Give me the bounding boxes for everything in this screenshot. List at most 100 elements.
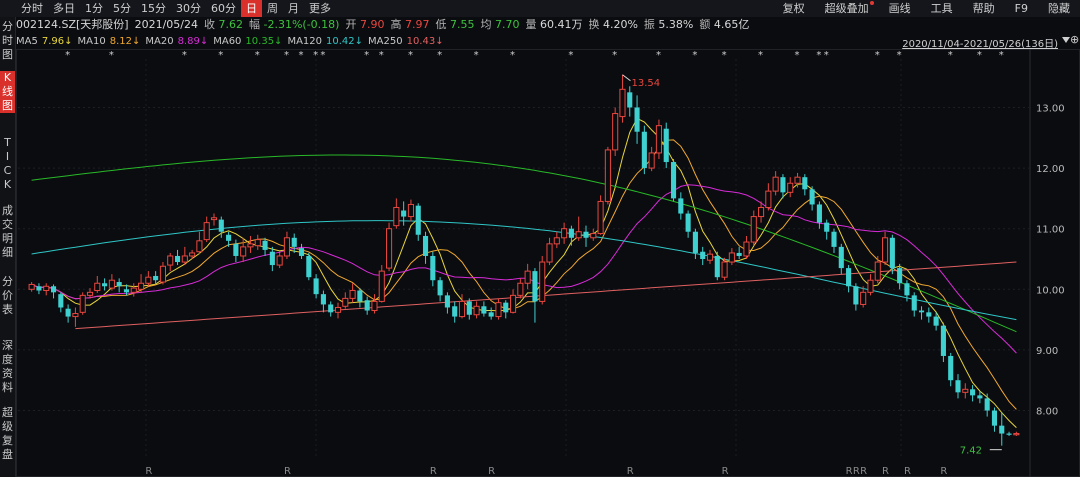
period-tab[interactable]: 30分 <box>171 0 206 17</box>
candle-body-down <box>226 234 232 241</box>
candle-body-up <box>874 261 881 281</box>
sidebar-tab-char: 分 <box>2 275 13 288</box>
candle-body-down <box>685 213 691 232</box>
candle-body-up <box>524 270 531 284</box>
toolbar-tool-button[interactable]: 帮助 <box>963 0 1005 17</box>
toolbar-tool-button[interactable]: 画线 <box>879 0 921 17</box>
toolbar-tool-button[interactable]: 工具 <box>921 0 963 17</box>
event-marker: * <box>824 50 829 61</box>
period-tab[interactable]: 更多 <box>304 0 336 17</box>
candle-body-up <box>962 388 969 393</box>
sidebar-tab-char: 明 <box>2 232 13 245</box>
open-value: 7.90 <box>359 18 385 31</box>
sidebar-tab-char: 盘 <box>2 448 13 461</box>
period-tab[interactable]: 日 <box>241 0 262 17</box>
expand-icon[interactable]: ⊕ <box>1070 34 1080 46</box>
candle-body-up <box>882 237 889 263</box>
candle-body-down <box>401 210 407 217</box>
period-tab[interactable]: 周 <box>262 0 283 17</box>
candle-body-up <box>79 294 86 313</box>
ma-label: MA250 <box>368 36 403 47</box>
candle-body-down <box>816 204 822 223</box>
candle-body-down <box>364 300 370 311</box>
candle-body-down <box>320 294 326 305</box>
event-marker: * <box>379 50 384 61</box>
rights-marker: R <box>627 466 634 477</box>
event-marker: * <box>364 50 369 61</box>
ma-value: 7.96↓ <box>41 36 73 47</box>
sidebar-tab-price-table[interactable]: 分价表 <box>0 275 15 317</box>
rights-marker: R <box>488 466 495 477</box>
event-marker: * <box>218 50 223 61</box>
rights-marker: R <box>882 466 889 477</box>
candle-body-down <box>831 231 837 247</box>
toolbar-tool-label: 帮助 <box>972 2 995 15</box>
chevron-down-icon[interactable] <box>1062 37 1070 43</box>
candle-body-down <box>262 240 268 250</box>
avg-value: 7.70 <box>494 18 520 31</box>
event-marker: * <box>109 50 114 61</box>
sidebar-tab-char: 图 <box>2 99 13 112</box>
sidebar-tab-char: 交 <box>2 218 13 231</box>
toolbar-tool-label: 隐藏 <box>1048 2 1070 15</box>
sidebar-tab-intraday[interactable]: 分时图 <box>0 20 15 62</box>
period-tab[interactable]: 多日 <box>48 0 80 17</box>
event-marker: * <box>408 50 413 61</box>
candle-body-down <box>824 222 830 232</box>
rights-marker: R <box>860 466 867 477</box>
candle-body-up <box>203 222 210 241</box>
toolbar-tool-label: 工具 <box>930 2 953 15</box>
candle-body-down <box>50 286 57 293</box>
candle-body-down <box>846 268 852 287</box>
candle-body-down <box>583 231 589 238</box>
event-marker: * <box>320 50 325 61</box>
period-tab[interactable]: 5分 <box>108 0 136 17</box>
period-tab[interactable]: 60分 <box>206 0 241 17</box>
candle-body-up <box>349 290 356 299</box>
ma-line <box>31 139 1017 410</box>
date-range[interactable]: 2020/11/04-2021/05/26(136日) <box>902 35 1058 50</box>
toolbar-tool-button[interactable]: 隐藏 <box>1038 0 1080 17</box>
sidebar-tab-char: 度 <box>2 353 13 366</box>
candle-body-down <box>313 278 319 295</box>
top-toolbar: 分时 多日 1分 5分 15分 30分 60分日周月更多 复权 超级叠加 画线 工具 帮助 F9 隐藏 <box>0 0 1080 17</box>
sidebar-tab-depth[interactable]: 深度资料 <box>0 339 15 395</box>
candle-body-down <box>853 286 859 305</box>
candle-body-up <box>765 190 772 208</box>
ma-label: MA60 <box>213 36 242 47</box>
avg-group: 均 7.70 <box>480 18 520 31</box>
event-marker: * <box>656 50 661 61</box>
candle-body-up <box>648 152 655 169</box>
period-tabs: 分时 多日 1分 5分 15分 30分 60分日周月更多 <box>16 0 336 17</box>
candle-body-up <box>189 252 196 257</box>
candle-body-down <box>802 177 808 190</box>
candle-body-down <box>918 310 925 313</box>
candle-body-down <box>670 162 677 199</box>
rights-marker: R <box>145 466 152 477</box>
amount-value: 4.65亿 <box>713 18 750 31</box>
sidebar-tab-super-review[interactable]: 超级复盘 <box>0 406 15 462</box>
period-tab[interactable]: 分时 <box>16 0 48 17</box>
candle-body-down <box>977 395 983 399</box>
candle-body-up <box>43 285 50 292</box>
candle-body-down <box>306 255 312 278</box>
candle-body-down <box>897 268 903 284</box>
sidebar-tab-kline[interactable]: K线图 <box>0 71 15 113</box>
period-tab[interactable]: 15分 <box>136 0 171 17</box>
candle-body-down <box>678 198 684 214</box>
candle-body-up <box>276 255 283 266</box>
kline-chart[interactable]: 8.009.0010.0011.0012.0013.0013.547.42* * *… <box>16 49 1080 477</box>
candle-body-down <box>940 325 946 356</box>
sidebar-tab-char: 超 <box>2 406 13 419</box>
period-tab[interactable]: 月 <box>283 0 304 17</box>
sidebar-tab-tick[interactable]: TICK <box>0 136 15 192</box>
toolbar-tool-button[interactable]: 复权 <box>773 0 815 17</box>
toolbar-tool-button[interactable]: F9 <box>1005 0 1038 17</box>
candle-body-up <box>159 265 166 283</box>
sidebar-tab-trades[interactable]: 成交明细 <box>0 204 15 260</box>
event-marker: * <box>437 50 442 61</box>
event-marker: * <box>977 50 982 61</box>
open-group: 开 7.90 <box>345 18 385 31</box>
period-tab[interactable]: 1分 <box>80 0 108 17</box>
toolbar-tool-button[interactable]: 超级叠加 <box>815 0 879 17</box>
